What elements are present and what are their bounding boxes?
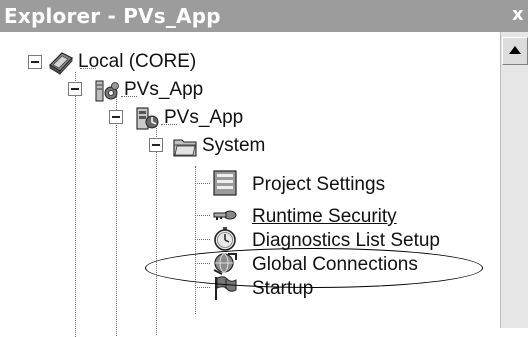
tree-node-label: PVs_App <box>164 107 244 128</box>
scroll-up-arrow-icon[interactable] <box>502 37 528 65</box>
tree-node-label: PVs_App <box>124 79 204 100</box>
close-icon[interactable]: x <box>512 3 528 29</box>
key-icon <box>212 202 238 228</box>
tree-node-label: Project Settings <box>252 174 386 195</box>
settings-document-icon <box>212 170 238 196</box>
tree-node-label: Local (CORE) <box>78 51 197 72</box>
tree-line <box>195 183 210 184</box>
tree-line <box>195 239 210 240</box>
explorer-window: Explorer - PVs_App x Local (CORE) PVs_Ap… <box>0 0 528 337</box>
tree-node-label: System <box>202 135 266 156</box>
tree-node-label: Runtime Security <box>252 206 397 227</box>
project-tree: Local (CORE) PVs_App PVs_App System Proj… <box>0 32 500 337</box>
tree-line <box>156 124 157 335</box>
tree-line <box>116 96 117 336</box>
collapse-toggle-pvs-app-server[interactable] <box>109 110 123 124</box>
project-server-icon <box>134 106 160 132</box>
tree-line <box>75 72 76 337</box>
highlight-ellipse <box>145 248 483 288</box>
collapse-toggle-local[interactable] <box>28 55 42 69</box>
stopwatch-icon <box>212 226 238 252</box>
vertical-scrollbar[interactable] <box>500 32 528 328</box>
tree-line <box>195 215 210 216</box>
window-title: Explorer - PVs_App <box>4 4 221 28</box>
tree-line <box>195 287 210 288</box>
collapse-toggle-system[interactable] <box>149 138 163 152</box>
tree-line <box>195 166 196 314</box>
application-icon <box>94 78 120 104</box>
local-computer-icon <box>48 49 74 76</box>
collapse-toggle-pvs-app[interactable] <box>68 82 82 96</box>
folder-icon <box>172 134 198 160</box>
title-bar[interactable]: Explorer - PVs_App x <box>0 0 528 32</box>
